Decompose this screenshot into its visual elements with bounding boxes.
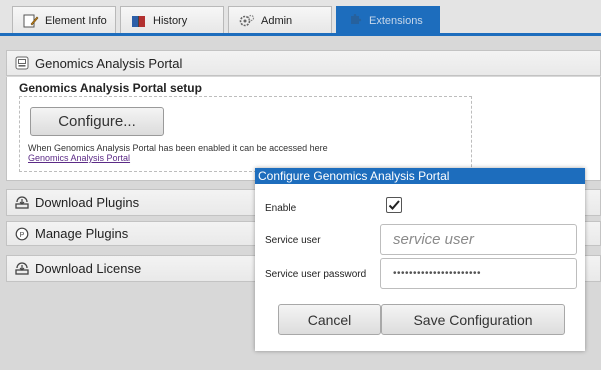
cancel-button[interactable]: Cancel	[278, 304, 381, 335]
service-password-input[interactable]	[380, 258, 577, 289]
configure-button[interactable]: Configure...	[30, 107, 164, 136]
download-icon	[15, 261, 29, 276]
gears-icon	[239, 14, 255, 28]
configure-dialog: Configure Genomics Analysis Portal Enabl…	[255, 168, 585, 351]
setup-box: Configure... When Genomics Analysis Port…	[19, 96, 472, 172]
plugin-circle-icon: P	[15, 227, 29, 241]
service-user-input[interactable]	[380, 224, 577, 255]
enable-label: Enable	[265, 203, 297, 214]
service-password-label: Service user password	[265, 269, 367, 280]
book-icon	[131, 14, 147, 28]
tab-label: Extensions	[369, 14, 423, 27]
save-configuration-button[interactable]: Save Configuration	[381, 304, 565, 335]
portal-section-header[interactable]: Genomics Analysis Portal	[6, 50, 601, 76]
section-title: Manage Plugins	[35, 226, 129, 241]
puzzle-icon	[347, 13, 363, 28]
tab-label: Element Info	[45, 14, 107, 27]
setup-note: When Genomics Analysis Portal has been e…	[28, 143, 328, 163]
enable-checkbox[interactable]	[386, 197, 402, 213]
section-title: Download Plugins	[35, 195, 140, 210]
dialog-title: Configure Genomics Analysis Portal	[255, 168, 585, 184]
document-edit-icon	[23, 14, 39, 28]
tab-bar: Element Info History Admin Extensions	[0, 0, 601, 34]
svg-text:P: P	[20, 232, 25, 239]
setup-note-text: When Genomics Analysis Portal has been e…	[28, 143, 328, 153]
portal-link[interactable]: Genomics Analysis Portal	[28, 153, 130, 163]
tab-admin[interactable]: Admin	[228, 6, 332, 34]
service-user-label: Service user	[265, 235, 321, 246]
tab-extensions[interactable]: Extensions	[336, 6, 440, 34]
tab-label: History	[153, 14, 188, 27]
checkmark-icon	[388, 200, 400, 210]
section-title: Genomics Analysis Portal	[35, 55, 183, 71]
tab-element-info[interactable]: Element Info	[12, 6, 116, 34]
download-icon	[15, 195, 29, 210]
tab-label: Admin	[261, 14, 293, 27]
portal-setup-panel: Genomics Analysis Portal setup Configure…	[6, 77, 601, 181]
section-title: Download License	[35, 261, 142, 276]
setup-title: Genomics Analysis Portal setup	[19, 81, 202, 95]
tab-history[interactable]: History	[120, 6, 224, 34]
tab-underline	[0, 33, 601, 36]
portal-icon	[15, 56, 29, 70]
